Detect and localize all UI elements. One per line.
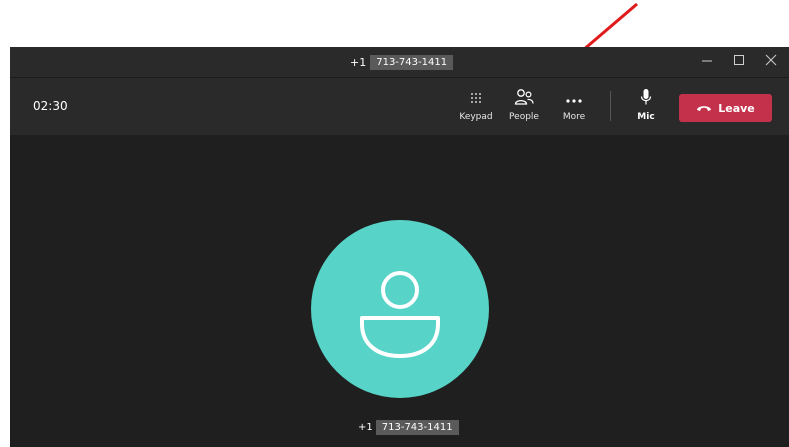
maximize-icon [734, 55, 744, 65]
people-button[interactable]: People [504, 88, 544, 132]
leave-button[interactable]: Leave [679, 94, 772, 122]
mic-button[interactable]: Mic [626, 88, 666, 132]
call-stage: +1 713-743-1411 [10, 135, 789, 447]
title-prefix: +1 [350, 56, 367, 69]
more-icon [554, 88, 594, 110]
minimize-icon [702, 60, 712, 62]
call-window: +1 713-743-1411 02:30 Keypad People More… [10, 47, 789, 447]
maximize-button[interactable] [728, 53, 750, 71]
call-toolbar: 02:30 Keypad People More Mic Leave [10, 77, 789, 135]
mic-label: Mic [637, 112, 655, 122]
more-label: More [562, 112, 586, 122]
minimize-button[interactable] [696, 53, 718, 71]
person-icon [360, 271, 440, 358]
caller-name: +1 713-743-1411 [358, 420, 459, 435]
caller-number: 713-743-1411 [375, 420, 459, 435]
hang-up-icon [696, 102, 712, 115]
title-number: 713-743-1411 [370, 55, 454, 70]
caller-prefix: +1 [358, 422, 373, 433]
close-button[interactable] [760, 53, 782, 71]
window-title: +1 713-743-1411 [350, 55, 454, 70]
keypad-button[interactable]: Keypad [456, 88, 496, 132]
mic-icon [626, 88, 666, 110]
title-bar: +1 713-743-1411 [10, 47, 789, 77]
more-button[interactable]: More [554, 88, 594, 132]
close-icon [765, 54, 777, 66]
leave-label: Leave [718, 101, 755, 115]
keypad-icon [456, 88, 496, 110]
caller-avatar [311, 220, 489, 398]
people-icon [504, 88, 544, 110]
keypad-label: Keypad [459, 112, 493, 122]
call-timer: 02:30 [33, 99, 68, 113]
toolbar-divider [610, 91, 611, 121]
people-label: People [509, 112, 539, 122]
